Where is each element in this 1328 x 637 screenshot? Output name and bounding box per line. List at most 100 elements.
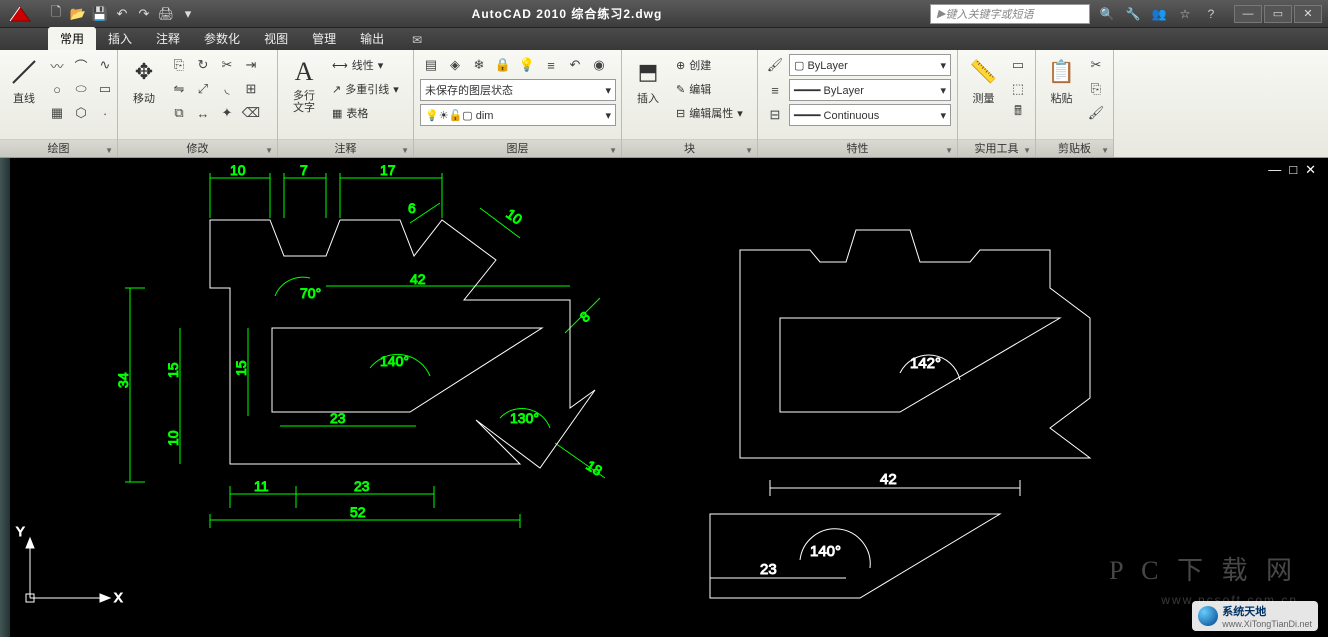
trim-icon[interactable]: ✂ — [216, 54, 238, 76]
qat-redo-icon[interactable]: ↷ — [134, 4, 154, 24]
calc-icon[interactable]: 🖩 — [1007, 102, 1029, 124]
tab-view[interactable]: 视图 — [252, 27, 300, 50]
panel-clip-title[interactable]: 剪贴板 ▼ — [1036, 139, 1113, 157]
rotate-icon[interactable]: ↻ — [192, 54, 214, 76]
tab-annotate[interactable]: 注释 — [144, 27, 192, 50]
mleader-button[interactable]: ↗多重引线 ▾ — [328, 78, 403, 100]
matchprop-icon[interactable]: 🖌 — [764, 54, 786, 76]
mtext-button[interactable]: A 多行 文字 — [284, 54, 324, 116]
lineweight-icon[interactable]: ≡ — [764, 79, 786, 101]
color-combo[interactable]: ▢ ByLayer▾ — [789, 54, 951, 76]
extend-icon[interactable]: ⇥ — [240, 54, 262, 76]
paste-button[interactable]: 📋 粘贴 — [1042, 54, 1081, 108]
tab-home[interactable]: 常用 — [48, 27, 96, 50]
panel-modify-title[interactable]: 修改 ▼ — [118, 139, 277, 157]
qat-save-icon[interactable]: 💾 — [90, 4, 110, 24]
qat-dropdown-icon[interactable]: ▾ — [178, 4, 198, 24]
quick-access-toolbar: 🗋 📂 💾 ↶ ↷ 🖨 ▾ — [40, 4, 204, 24]
measure-button[interactable]: 📏 测量 — [964, 54, 1003, 108]
panel-props-title[interactable]: 特性 ▼ — [758, 139, 957, 157]
layer-prop-icon[interactable]: ▤ — [420, 54, 442, 76]
binoculars-icon[interactable]: 🔍 — [1096, 5, 1118, 23]
table-button[interactable]: ▦表格 — [328, 102, 403, 124]
panel-annotate-title[interactable]: 注释 ▼ — [278, 139, 413, 157]
mail-icon[interactable]: ✉ — [404, 30, 430, 50]
select-icon[interactable]: ▭ — [1007, 54, 1029, 76]
dim-icon: ⟷ — [332, 59, 348, 72]
panel-utils-title[interactable]: 实用工具 ▼ — [958, 139, 1035, 157]
panel-annotate: A 多行 文字 ⟷线性 ▾ ↗多重引线 ▾ ▦表格 注释 ▼ — [278, 50, 414, 157]
layer-on-icon[interactable]: 💡 — [516, 54, 538, 76]
svg-text:11: 11 — [254, 478, 269, 494]
move-icon: ✥ — [128, 56, 160, 88]
mirror-icon[interactable]: ⇋ — [168, 78, 190, 100]
dim-linear-button[interactable]: ⟷线性 ▾ — [328, 54, 403, 76]
tab-output[interactable]: 输出 — [348, 27, 396, 50]
linetype-icon[interactable]: ⊟ — [764, 104, 786, 126]
search-input[interactable]: ▶ 键入关键字或短语 — [930, 4, 1090, 24]
erase-icon[interactable]: ⌫ — [240, 102, 262, 124]
copy-clip-icon[interactable]: ⎘ — [1085, 78, 1107, 100]
favorite-icon[interactable]: ☆ — [1174, 5, 1196, 23]
array-icon[interactable]: ⊞ — [240, 78, 262, 100]
qat-print-icon[interactable]: 🖨 — [156, 4, 176, 24]
insert-block-button[interactable]: ⬒ 插入 — [628, 54, 668, 108]
maximize-button[interactable]: ▭ — [1264, 5, 1292, 23]
panel-block-title[interactable]: 块 ▼ — [622, 139, 757, 157]
app-logo[interactable] — [0, 0, 40, 28]
tab-manage[interactable]: 管理 — [300, 27, 348, 50]
tab-insert[interactable]: 插入 — [96, 27, 144, 50]
svg-text:23: 23 — [760, 561, 777, 578]
spline-icon[interactable]: ∿ — [94, 54, 116, 76]
layer-prev-icon[interactable]: ↶ — [564, 54, 586, 76]
hatch-icon[interactable]: ▦ — [46, 102, 68, 124]
layer-freeze-icon[interactable]: ❄ — [468, 54, 490, 76]
svg-text:7: 7 — [300, 162, 308, 178]
polygon-icon[interactable]: ⬡ — [70, 102, 92, 124]
qat-undo-icon[interactable]: ↶ — [112, 4, 132, 24]
stretch-icon[interactable]: ↔ — [192, 102, 214, 124]
explode-icon[interactable]: ✦ — [216, 102, 238, 124]
layer-walk-icon[interactable]: ◉ — [588, 54, 610, 76]
linetype-combo[interactable]: ━━━━ Continuous▾ — [789, 104, 951, 126]
block-edit-button[interactable]: ✎编辑 — [672, 78, 747, 100]
qselect-icon[interactable]: ⬚ — [1007, 78, 1029, 100]
move-button[interactable]: ✥ 移动 — [124, 54, 164, 108]
help-icon[interactable]: ? — [1200, 5, 1222, 23]
layer-state-combo[interactable]: 未保存的图层状态▾ — [420, 79, 616, 101]
brand-url: www.XiTongTianDi.net — [1222, 619, 1312, 629]
tab-parametric[interactable]: 参数化 — [192, 27, 252, 50]
lineweight-combo[interactable]: ━━━━ ByLayer▾ — [789, 79, 951, 101]
minimize-button[interactable]: — — [1234, 5, 1262, 23]
pline-icon[interactable]: 〰 — [46, 54, 68, 76]
measure-label: 测量 — [973, 90, 995, 106]
copy-icon[interactable]: ⎘ — [168, 54, 190, 76]
offset-icon[interactable]: ⧉ — [168, 102, 190, 124]
drawing-area[interactable]: — □ ✕ 10 7 17 6 10 70° 42 8 34 15 15 10 — [0, 158, 1328, 637]
panel-draw-title[interactable]: 绘图 ▼ — [0, 139, 117, 157]
layer-current-combo[interactable]: 💡☀🔓▢ dim▾ — [420, 104, 616, 126]
qat-open-icon[interactable]: 📂 — [68, 4, 88, 24]
ellipse-icon[interactable]: ⬭ — [70, 78, 92, 100]
layer-match-icon[interactable]: ≡ — [540, 54, 562, 76]
key-icon[interactable]: 🔧 — [1122, 5, 1144, 23]
cut-icon[interactable]: ✂ — [1085, 54, 1107, 76]
scale-icon[interactable]: ⤢ — [192, 78, 214, 100]
circle-icon[interactable]: ○ — [46, 78, 68, 100]
fillet-icon[interactable]: ◟ — [216, 78, 238, 100]
panel-layers-title[interactable]: 图层 ▼ — [414, 139, 621, 157]
qat-new-icon[interactable]: 🗋 — [46, 4, 66, 24]
layer-iso-icon[interactable]: ◈ — [444, 54, 466, 76]
close-button[interactable]: ✕ — [1294, 5, 1322, 23]
block-attr-button[interactable]: ⊟编辑属性 ▾ — [672, 102, 747, 124]
arc-icon[interactable]: ⌒ — [70, 54, 92, 76]
line-button[interactable]: 直线 — [6, 54, 42, 108]
comm-icon[interactable]: 👥 — [1148, 5, 1170, 23]
rect-icon[interactable]: ▭ — [94, 78, 116, 100]
block-create-button[interactable]: ⊕创建 — [672, 54, 747, 76]
match-icon[interactable]: 🖌 — [1085, 102, 1107, 124]
layer-lock-icon[interactable]: 🔒 — [492, 54, 514, 76]
point-icon[interactable]: ∙ — [94, 102, 116, 124]
panel-layers: ▤ ◈ ❄ 🔒 💡 ≡ ↶ ◉ 未保存的图层状态▾ 💡☀🔓▢ dim▾ 图层 ▼ — [414, 50, 622, 157]
panel-modify: ✥ 移动 ⎘ ↻ ✂ ⇥ ⇋ ⤢ ◟ ⊞ ⧉ ↔ ✦ ⌫ 修改 ▼ — [118, 50, 278, 157]
